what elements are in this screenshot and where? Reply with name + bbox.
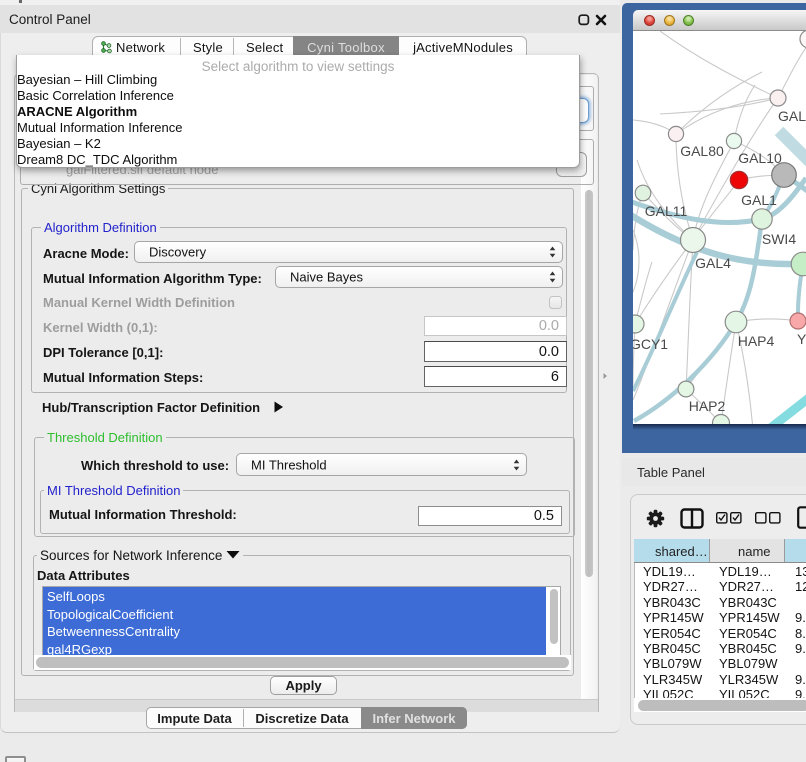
svg-text:GAL1: GAL1 (741, 192, 777, 208)
svg-text:GAL80: GAL80 (680, 143, 724, 159)
svg-text:GAL4: GAL4 (695, 255, 731, 271)
svg-text:GAL7: GAL7 (778, 108, 806, 124)
svg-text:GAL11: GAL11 (645, 203, 688, 219)
svg-text:GCY1: GCY1 (633, 336, 668, 352)
svg-text:GAL10: GAL10 (738, 150, 782, 166)
svg-text:YJ: YJ (797, 331, 806, 347)
svg-text:HAP4: HAP4 (738, 333, 775, 349)
svg-text:SWI4: SWI4 (762, 231, 796, 247)
svg-text:HAP2: HAP2 (689, 398, 726, 414)
